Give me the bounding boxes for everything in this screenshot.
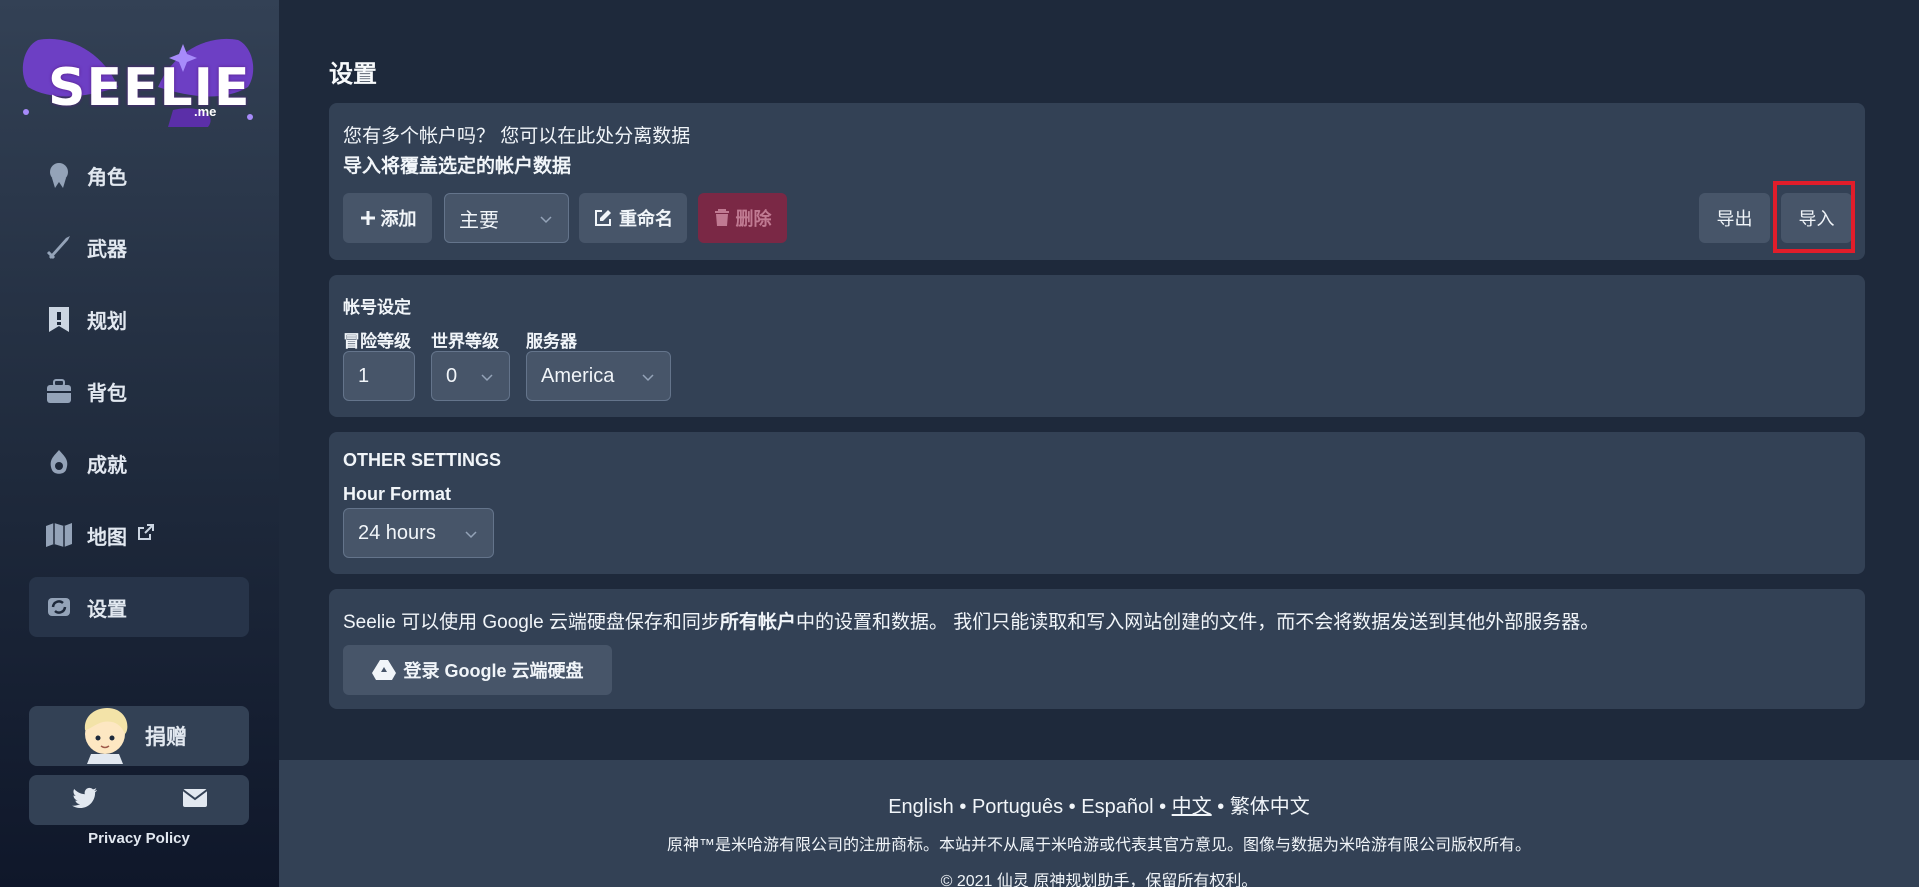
account-settings-card: 帐号设定 冒险等级 世界等级 服务器 1 0 America [329, 275, 1865, 417]
gdrive-text-before: Seelie 可以使用 Google 云端硬盘保存和同步 [343, 612, 720, 633]
map-icon [43, 519, 75, 551]
account-settings-title: 帐号设定 [343, 298, 411, 317]
separator: • [1068, 796, 1076, 818]
lang-english-link[interactable]: English [888, 796, 954, 818]
hour-format-label: Hour Format [343, 484, 451, 504]
chevron-down-icon [465, 531, 477, 539]
google-drive-card: Seelie 可以使用 Google 云端硬盘保存和同步所有帐户中的设置和数据。… [329, 589, 1865, 709]
sidebar-item-label: 规划 [87, 310, 127, 333]
sidebar-item-label: 设置 [87, 598, 127, 621]
google-drive-icon [371, 660, 396, 680]
hour-format-value: 24 hours [358, 521, 436, 544]
lang-chinese-link[interactable]: 中文 [1172, 796, 1212, 818]
privacy-policy-link[interactable]: Privacy Policy [29, 830, 249, 847]
sidebar-item-achievements[interactable]: 成就 [29, 433, 249, 493]
language-links: English • Português • Español • 中文 • 繁体中… [279, 790, 1919, 819]
import-button[interactable]: 导入 [1781, 193, 1852, 243]
copyright: © 2021 仙灵 原神规划助手，保留所有权利。 [940, 873, 1258, 887]
accounts-question: 您有多个帐户吗？ 您可以在此处分离数据 [343, 126, 691, 147]
donate-label: 捐赠 [145, 726, 187, 749]
account-select[interactable]: 主要 [444, 193, 569, 243]
other-settings-title: OTHER SETTINGS [343, 450, 502, 470]
sidebar-item-label: 地图 [87, 526, 127, 549]
separator: • [959, 796, 967, 818]
settings-icon [43, 591, 75, 623]
server-select[interactable]: America [526, 351, 671, 401]
adventure-rank-value: 1 [358, 364, 370, 387]
server-label: 服务器 [526, 332, 577, 351]
character-icon [43, 159, 75, 191]
gdrive-text-after: 中的设置和数据。 我们只能读取和写入网站创建的文件，而不会将数据发送到其他外部服… [795, 612, 1600, 633]
sidebar-item-characters[interactable]: 角色 [29, 145, 249, 205]
world-level-label: 世界等级 [431, 332, 499, 351]
lang-traditional-chinese-link[interactable]: 繁体中文 [1230, 796, 1310, 818]
sidebar-item-label: 武器 [87, 238, 127, 261]
separator: • [1159, 796, 1167, 818]
sidebar-item-weapons[interactable]: 武器 [29, 217, 249, 277]
delete-account-button[interactable]: 删除 [698, 193, 787, 243]
export-button[interactable]: 导出 [1699, 193, 1770, 243]
chevron-down-icon [481, 374, 493, 382]
sidebar-item-inventory[interactable]: 背包 [29, 361, 249, 421]
import-warning: 导入将覆盖选定的帐户数据 [343, 156, 572, 177]
google-drive-login-button[interactable]: 登录 Google 云端硬盘 [343, 645, 612, 695]
google-drive-description: Seelie 可以使用 Google 云端硬盘保存和同步所有帐户中的设置和数据。… [343, 607, 1599, 634]
chevron-down-icon [642, 374, 654, 382]
rename-account-label: 重命名 [619, 209, 673, 229]
page-title: 设置 [329, 61, 377, 88]
lang-portuguese-link[interactable]: Português [972, 796, 1063, 818]
twitter-icon[interactable] [71, 787, 98, 814]
mail-icon[interactable] [181, 788, 208, 812]
seelie-logo[interactable]: SEELIE .me [18, 32, 258, 127]
footer: English • Português • Español • 中文 • 繁体中… [279, 760, 1919, 887]
donate-button[interactable]: 捐赠 [29, 706, 249, 766]
sidebar-item-planner[interactable]: 规划 [29, 289, 249, 349]
logo-domain: .me [194, 104, 217, 119]
chevron-down-icon [540, 216, 552, 224]
adventure-rank-input[interactable]: 1 [343, 351, 415, 401]
legal-notice: 原神™是米哈游有限公司的注册商标。本站并不从属于米哈游或代表其官方意见。图像与数… [666, 837, 1531, 854]
sidebar-item-label: 角色 [87, 166, 127, 189]
adventure-rank-label: 冒险等级 [343, 332, 411, 351]
gdrive-text-bold: 所有帐户 [719, 612, 796, 633]
world-level-select[interactable]: 0 [431, 351, 510, 401]
account-select-value: 主要 [459, 209, 499, 232]
separator: • [1217, 796, 1225, 818]
rename-account-button[interactable]: 重命名 [579, 193, 687, 243]
external-link-icon [137, 523, 155, 547]
server-value: America [541, 364, 615, 387]
sidebar-item-label: 成就 [87, 454, 127, 477]
sidebar-item-settings[interactable]: 设置 [29, 577, 249, 637]
plus-icon [360, 211, 375, 225]
add-account-button[interactable]: 添加 [343, 193, 432, 243]
sidebar-item-label: 背包 [87, 382, 127, 405]
lang-spanish-link[interactable]: Español [1081, 796, 1153, 818]
planner-icon [43, 303, 75, 335]
avatar [84, 708, 128, 764]
logo-wordmark: SEELIE [48, 58, 251, 118]
main-content: 设置 您有多个帐户吗？ 您可以在此处分离数据 导入将覆盖选定的帐户数据 添加 主… [279, 0, 1919, 887]
sidebar-item-map[interactable]: 地图 [29, 505, 249, 565]
add-account-label: 添加 [380, 209, 417, 229]
hour-format-select[interactable]: 24 hours [343, 508, 494, 558]
other-settings-card: OTHER SETTINGS Hour Format 24 hours [329, 432, 1865, 574]
trash-icon [714, 209, 729, 226]
sidebar: SEELIE .me 角色 武器 规划 背包 成就 地图 设置 捐赠 Priva… [0, 0, 279, 887]
inventory-icon [43, 375, 75, 407]
world-level-value: 0 [446, 364, 458, 387]
google-drive-login-label: 登录 Google 云端硬盘 [403, 661, 584, 681]
sidebar-nav: 角色 武器 规划 背包 成就 地图 设置 [29, 145, 249, 649]
edit-icon [595, 210, 611, 226]
accounts-card: 您有多个帐户吗？ 您可以在此处分离数据 导入将覆盖选定的帐户数据 添加 主要 重… [329, 103, 1865, 260]
weapon-icon [43, 231, 75, 263]
achievement-icon [43, 447, 75, 479]
social-links [29, 775, 249, 825]
delete-account-label: 删除 [735, 209, 772, 229]
